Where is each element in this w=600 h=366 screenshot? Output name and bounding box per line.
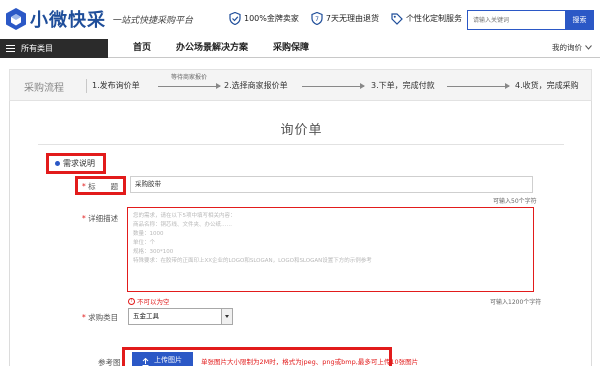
process-arrow-note: 等待商家报价 xyxy=(170,74,207,81)
section-requirements: 需求说明 xyxy=(46,153,106,174)
cube-logo-icon xyxy=(5,7,27,31)
warning-icon: ! xyxy=(128,297,135,305)
menu-icon xyxy=(6,45,15,52)
site-header: 小微快采 一站式快捷采购平台 100%金牌卖家 7 7天无理由退货 个性化定制服… xyxy=(0,0,600,40)
main-nav: 所有类目 首页 办公场景解决方案 采购保障 我的询价 xyxy=(0,39,600,58)
service-promises: 100%金牌卖家 7 7天无理由退货 个性化定制服务 xyxy=(229,12,462,25)
category-select[interactable]: 五金工具 xyxy=(128,308,233,325)
brand-name: 小微快采 xyxy=(30,10,106,31)
brand-slogan: 一站式快捷采购平台 xyxy=(112,15,194,26)
promise-custom-service: 个性化定制服务 xyxy=(391,12,462,25)
title-char-hint: 可输入50个字符 xyxy=(493,198,537,205)
process-step-2: 2.选择商家报价单 xyxy=(224,81,288,90)
arrow-right-icon xyxy=(505,83,510,89)
page-title: 询价单 xyxy=(280,123,323,138)
nav-item-home[interactable]: 首页 xyxy=(133,39,151,58)
nav-item-purchase-guarantee[interactable]: 采购保障 xyxy=(273,39,309,58)
process-step-3: 3.下单，完成付款 xyxy=(371,81,435,90)
search-button[interactable]: 搜索 xyxy=(565,10,594,30)
shield-check-icon xyxy=(229,12,241,25)
description-char-hint: 可输入1200个字符 xyxy=(490,299,542,306)
title-input[interactable]: 采购胶带 xyxy=(130,176,533,193)
search-box xyxy=(467,10,565,30)
process-divider xyxy=(86,79,87,93)
description-error: ! 不可以为空 xyxy=(128,296,170,306)
upload-note: 单张图片大小限制为2M时，格式为jpeg、png或bmp,最多可上传10张图片 xyxy=(201,358,419,366)
nav-item-office-solutions[interactable]: 办公场景解决方案 xyxy=(176,39,248,58)
description-label: * 详细描述 xyxy=(82,214,119,223)
site-logo[interactable]: 小微快采 一站式快捷采购平台 xyxy=(5,6,193,32)
category-label: * 求购类目 xyxy=(82,313,119,322)
title-divider xyxy=(38,144,564,145)
process-step-4: 4.收货，完成采购 xyxy=(515,81,579,90)
search-input[interactable] xyxy=(468,11,565,29)
bullet-icon xyxy=(55,161,60,166)
title-label: * 标 题 xyxy=(82,182,119,191)
promise-7day-return: 7 7天无理由退货 xyxy=(311,12,379,25)
svg-text:7: 7 xyxy=(315,16,319,23)
description-textarea[interactable]: 您的需求，请在以下5项中填写相关内容： 商品名称：铜芯线、文件夹、办公纸…… 数… xyxy=(127,207,534,292)
dropdown-arrow-icon xyxy=(585,43,592,52)
shield-7-icon: 7 xyxy=(311,12,323,25)
process-arrow-3 xyxy=(447,76,510,94)
upload-icon xyxy=(142,356,149,366)
inquiry-form-panel: 询价单 需求说明 * 标 题 采购胶带 可输入50个字符 * 详细描述 您的需求… xyxy=(9,101,592,366)
arrow-right-icon xyxy=(216,83,221,89)
reference-label: 参考图 xyxy=(98,358,121,366)
upload-image-button[interactable]: 上传图片 xyxy=(132,352,193,366)
purchase-process-bar: 采购流程 1.发布询价单 等待商家报价 2.选择商家报价单 3.下单，完成付款 … xyxy=(9,69,592,101)
section-label: 需求说明 xyxy=(63,159,95,168)
process-arrow-2 xyxy=(302,76,365,94)
promise-gold-seller: 100%金牌卖家 xyxy=(229,12,299,25)
process-arrow-1: 等待商家报价 xyxy=(158,74,221,94)
tag-icon xyxy=(391,12,403,25)
arrow-right-icon xyxy=(360,83,365,89)
all-categories-button[interactable]: 所有类目 xyxy=(0,39,108,58)
process-step-1: 1.发布询价单 xyxy=(92,81,140,90)
my-inquiry-link[interactable]: 我的询价 xyxy=(552,42,592,53)
process-title: 采购流程 xyxy=(24,83,64,94)
chevron-down-icon xyxy=(221,309,232,324)
